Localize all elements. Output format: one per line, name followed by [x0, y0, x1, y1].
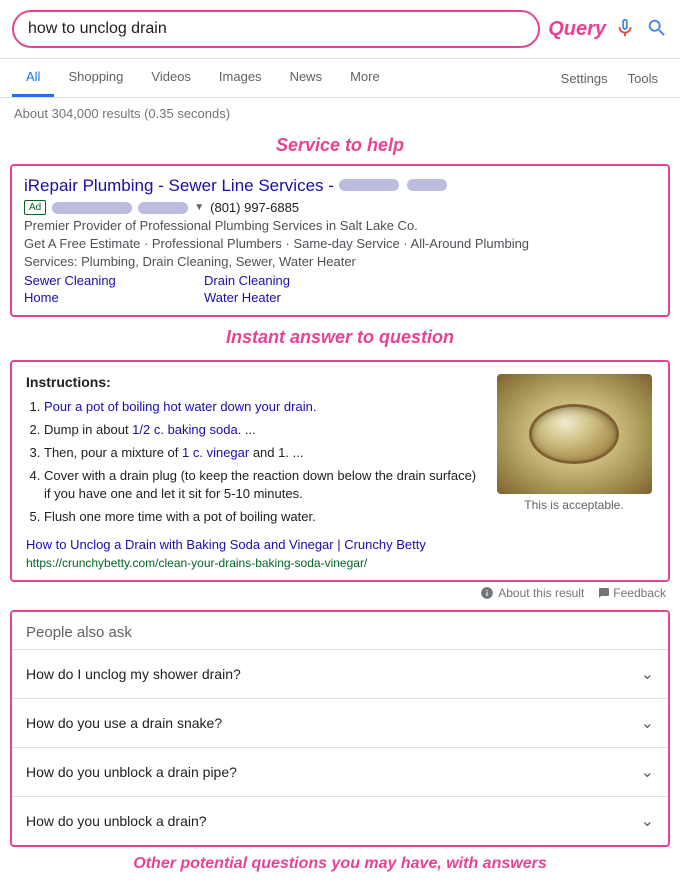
step-3: Then, pour a mixture of 1 c. vinegar and…: [44, 444, 480, 463]
paa-header: People also ask: [12, 612, 668, 649]
ad-title-row: iRepair Plumbing - Sewer Line Services -: [24, 176, 656, 196]
results-count: About 304,000 results (0.35 seconds): [0, 98, 680, 129]
about-result-text: About this result: [498, 586, 584, 600]
about-result-button[interactable]: About this result: [480, 586, 584, 600]
query-label: Query: [548, 18, 606, 41]
paa-item-4[interactable]: How do you unblock a drain? ⌄: [12, 796, 668, 845]
ad-link-drain-cleaning[interactable]: Drain Cleaning: [204, 273, 364, 288]
service-annotation: Service to help: [0, 129, 680, 160]
blurred-url: [339, 179, 399, 191]
paa-box: People also ask How do I unclog my showe…: [10, 610, 670, 847]
ad-title-blur2: [407, 176, 447, 196]
paa-question-4: How do you unblock a drain?: [26, 813, 207, 829]
search-icon[interactable]: [646, 17, 668, 42]
step-1: Pour a pot of boiling hot water down you…: [44, 398, 480, 417]
search-input-wrapper: [12, 10, 540, 48]
ad-box: iRepair Plumbing - Sewer Line Services -…: [10, 164, 670, 317]
feedback-text: Feedback: [613, 586, 666, 600]
ad-badge-row: Ad ▼ (801) 997-6885: [24, 200, 656, 215]
ad-badge: Ad: [24, 200, 46, 215]
ad-link-water-heater[interactable]: Water Heater: [204, 290, 364, 305]
ad-title-blur1: [339, 176, 399, 196]
bottom-annotation: Other potential questions you may have, …: [0, 847, 680, 883]
about-feedback-row: About this result Feedback: [0, 582, 680, 604]
ad-phone: (801) 997-6885: [210, 200, 299, 215]
blurred-url2: [407, 179, 447, 191]
search-bar-area: Query: [0, 0, 680, 59]
search-icons: [614, 17, 668, 42]
chevron-down-icon-2: ⌄: [641, 713, 654, 733]
paa-question-1: How do I unclog my shower drain?: [26, 666, 241, 682]
ad-links: Sewer Cleaning Home Drain Cleaning Water…: [24, 273, 656, 305]
source-link[interactable]: How to Unclog a Drain with Baking Soda a…: [26, 537, 480, 552]
tab-more[interactable]: More: [336, 59, 394, 97]
mic-icon[interactable]: [614, 17, 636, 42]
blurred-domain: [52, 202, 132, 214]
dropdown-icon: ▼: [194, 202, 204, 213]
image-caption: This is acceptable.: [524, 498, 623, 512]
chevron-down-icon-4: ⌄: [641, 811, 654, 831]
source-url: https://crunchybetty.com/clean-your-drai…: [26, 556, 367, 570]
ad-link-col-0: Sewer Cleaning Home: [24, 273, 184, 305]
tab-news[interactable]: News: [276, 59, 337, 97]
instant-answer-box: Instructions: Pour a pot of boiling hot …: [10, 360, 670, 582]
paa-item-1[interactable]: How do I unclog my shower drain? ⌄: [12, 649, 668, 698]
ad-extra: Get A Free Estimate · Professional Plumb…: [24, 236, 656, 251]
chevron-down-icon-1: ⌄: [641, 664, 654, 684]
instant-content: Instructions: Pour a pot of boiling hot …: [26, 374, 480, 570]
ad-description: Premier Provider of Professional Plumbin…: [24, 218, 656, 233]
feedback-button[interactable]: Feedback: [598, 586, 666, 600]
instant-steps: Pour a pot of boiling hot water down you…: [26, 398, 480, 527]
step-1-link[interactable]: Pour a pot of boiling hot water down you…: [44, 399, 316, 414]
paa-item-3[interactable]: How do you unblock a drain pipe? ⌄: [12, 747, 668, 796]
ad-sub-links-label: Services: Plumbing, Drain Cleaning, Sewe…: [24, 254, 656, 269]
tab-videos[interactable]: Videos: [137, 59, 205, 97]
search-input[interactable]: [28, 20, 524, 38]
paa-question-2: How do you use a drain snake?: [26, 715, 222, 731]
tab-tools[interactable]: Tools: [618, 61, 668, 96]
ad-link-sewer-cleaning[interactable]: Sewer Cleaning: [24, 273, 184, 288]
tab-settings[interactable]: Settings: [551, 61, 618, 96]
tab-all[interactable]: All: [12, 59, 54, 97]
instant-title: Instructions:: [26, 374, 480, 390]
paa-question-3: How do you unblock a drain pipe?: [26, 764, 237, 780]
step-2-link[interactable]: 1/2 c. baking soda: [132, 422, 238, 437]
step-5: Flush one more time with a pot of boilin…: [44, 508, 480, 527]
step-4: Cover with a drain plug (to keep the rea…: [44, 467, 480, 505]
instant-image-area: This is acceptable.: [494, 374, 654, 570]
ad-title-text: iRepair Plumbing - Sewer Line Services -: [24, 176, 334, 195]
blurred-domain2: [138, 202, 188, 214]
nav-tabs: All Shopping Videos Images News More Set…: [0, 59, 680, 98]
ad-link-home[interactable]: Home: [24, 290, 184, 305]
ad-link-col-1: Drain Cleaning Water Heater: [204, 273, 364, 305]
step-3-link[interactable]: 1 c. vinegar: [182, 445, 249, 460]
step-2: Dump in about 1/2 c. baking soda. ...: [44, 421, 480, 440]
chevron-down-icon-3: ⌄: [641, 762, 654, 782]
instant-annotation: Instant answer to question: [0, 321, 680, 352]
paa-item-2[interactable]: How do you use a drain snake? ⌄: [12, 698, 668, 747]
tab-images[interactable]: Images: [205, 59, 276, 97]
tab-shopping[interactable]: Shopping: [54, 59, 137, 97]
ad-title-link[interactable]: iRepair Plumbing - Sewer Line Services -: [24, 176, 447, 196]
drain-image: [497, 374, 652, 494]
drain-circle: [529, 404, 619, 464]
